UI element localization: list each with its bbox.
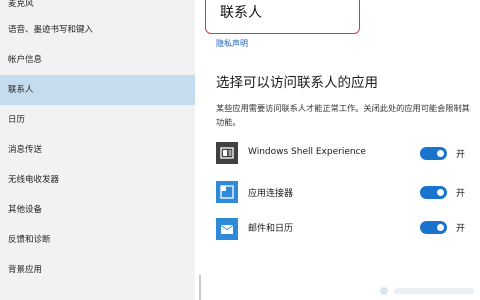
- divider-line: [199, 275, 201, 300]
- app-name: Windows Shell Experience: [248, 147, 367, 157]
- app-connector-icon: [216, 181, 238, 203]
- toggle-knob: [437, 150, 444, 157]
- toggle-state-label: 开: [456, 189, 466, 199]
- mail-icon: [216, 218, 238, 240]
- sidebar-item-background-apps[interactable]: 背景应用: [0, 255, 195, 285]
- sidebar-item-account-info[interactable]: 帐户信息: [0, 45, 195, 75]
- sidebar-item-feedback-diagnostics[interactable]: 反馈和诊断: [0, 225, 195, 255]
- contacts-access-toggle[interactable]: [420, 186, 447, 199]
- sidebar-item-radios[interactable]: 无线电收发器: [0, 165, 195, 195]
- section-heading: 选择可以访问联系人的应用: [216, 75, 378, 91]
- contacts-access-toggle[interactable]: [420, 147, 447, 160]
- section-description: 某些应用需要访问联系人才能正常工作。关闭此处的应用可能会限制其功能。: [216, 103, 470, 127]
- page-title-highlight: 联系人: [205, 0, 360, 34]
- sidebar-item-calendar[interactable]: 日历: [0, 105, 195, 135]
- toggle-knob: [437, 224, 444, 231]
- app-row-windows-shell: Windows Shell Experience 开: [216, 142, 471, 166]
- toggle-state-label: 开: [456, 150, 466, 160]
- toggle-state-label: 开: [456, 224, 466, 234]
- windows-shell-icon: [216, 142, 238, 164]
- settings-sidebar: 麦克风 语音、墨迹书写和键入 帐户信息 联系人 日历 消息传送 无线电收发器 其…: [0, 0, 195, 300]
- privacy-statement-link[interactable]: 隐私声明: [216, 38, 248, 49]
- toggle-knob: [437, 189, 444, 196]
- watermark-logo: [380, 287, 474, 295]
- app-row-app-connector: 应用连接器 开: [216, 181, 471, 205]
- sidebar-item-messaging[interactable]: 消息传送: [0, 135, 195, 165]
- settings-main-pane: 联系人 隐私声明 选择可以访问联系人的应用 某些应用需要访问联系人才能正常工作。…: [195, 0, 480, 300]
- sidebar-item-contacts[interactable]: 联系人: [0, 75, 195, 105]
- app-name: 应用连接器: [248, 189, 294, 199]
- contacts-access-toggle[interactable]: [420, 221, 447, 234]
- page-title: 联系人: [220, 5, 262, 21]
- sidebar-item-speech-inking-typing[interactable]: 语音、墨迹书写和键入: [0, 15, 195, 45]
- app-row-mail-calendar: 邮件和日历 开: [216, 216, 471, 240]
- app-name: 邮件和日历: [248, 224, 294, 234]
- sidebar-item-other-devices[interactable]: 其他设备: [0, 195, 195, 225]
